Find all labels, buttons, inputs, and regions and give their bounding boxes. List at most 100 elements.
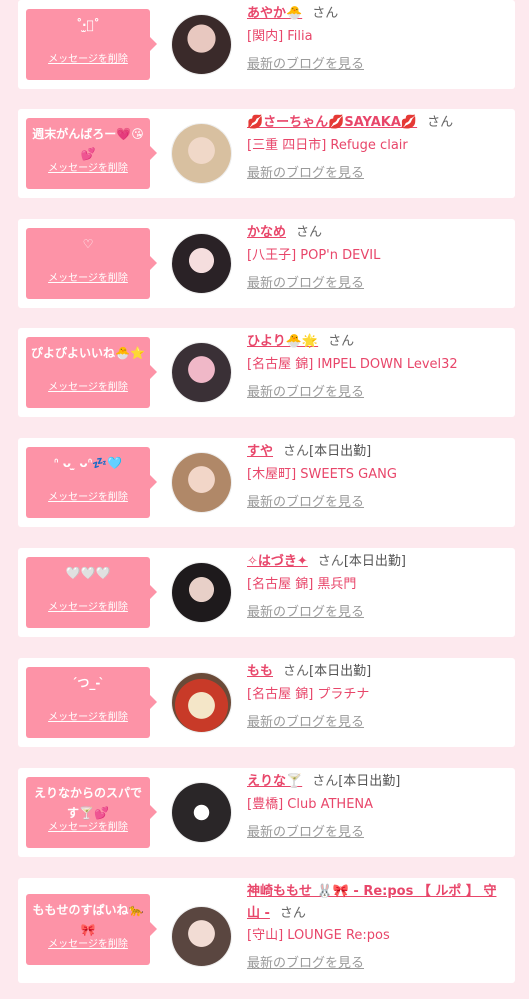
profile-info: かなめ さん [八王子] POP'n DEVIL 最新のブログを見る <box>247 221 509 291</box>
avatar-image <box>172 343 231 402</box>
avatar-image <box>172 783 231 842</box>
name-line: ✧はづき✦ さん[本日出勤] <box>247 550 509 574</box>
name-line: もも さん[本日出勤] <box>247 660 509 684</box>
avatar-image <box>172 563 231 622</box>
status-badge: [本日出勤] <box>309 444 372 459</box>
profile-name-link[interactable]: ✧はづき✦ <box>247 554 308 569</box>
profile-name-link[interactable]: えりな🍸 <box>247 774 302 789</box>
shop-label: [三重 四日市] Refuge clair <box>247 138 408 153</box>
honorific: さん <box>328 334 355 349</box>
shop-label: [守山] LOUNGE Re:pos <box>247 928 390 943</box>
latest-blog-link[interactable]: 最新のブログを見る <box>247 162 364 181</box>
profile-name-link[interactable]: もも <box>247 664 273 679</box>
shop-label: [豊橋] Club ATHENA <box>247 797 374 812</box>
message-text: ᐢ ᴗ ̫ ᴗᐢ💤🩵 <box>53 456 123 470</box>
profile-info: 神崎ももせ 🐰🎀 - Re:pos 【 ルポ 】 守山 - さん [守山] LOU… <box>247 881 509 971</box>
delete-message-link[interactable]: メッセージを削除 <box>26 50 150 65</box>
delete-message-link[interactable]: メッセージを削除 <box>26 488 150 503</box>
message-text: えりなからのスパです🍸💕 <box>33 786 142 820</box>
latest-blog-link[interactable]: 最新のブログを見る <box>247 601 364 620</box>
profile-info: もも さん[本日出勤] [名古屋 錦] プラチナ 最新のブログを見る <box>247 660 509 730</box>
message-card: ᐢ ᴗ ̫ ᴗᐢ💤🩵 メッセージを削除 すや さん[本日出勤] [木屋町] SWE… <box>18 438 515 527</box>
name-line: 神崎ももせ 🐰🎀 - Re:pos 【 ルポ 】 守山 - さん <box>247 881 509 925</box>
latest-blog-link[interactable]: 最新のブログを見る <box>247 381 364 400</box>
message-card: 🤍🤍🤍 メッセージを削除 ✧はづき✦ さん[本日出勤] [名古屋 錦] 黒兵門 最… <box>18 548 515 637</box>
message-card: ぴよぴよいいね🐣⭐ メッセージを削除 ひより🐣🌟 さん [名古屋 錦] IMPEL… <box>18 328 515 417</box>
status-badge: [本日出勤] <box>338 774 401 789</box>
message-bubble: ᐢ ᴗ ̫ ᴗᐢ💤🩵 メッセージを削除 <box>26 447 157 518</box>
honorific: さん <box>296 225 323 240</box>
honorific: さん <box>283 444 310 459</box>
shop-label: [名古屋 錦] プラチナ <box>247 687 370 702</box>
message-bubble: 🤍🤍🤍 メッセージを削除 <box>26 557 157 628</box>
status-badge: [本日出勤] <box>343 554 406 569</box>
delete-message-link[interactable]: メッセージを削除 <box>26 269 150 284</box>
latest-blog-link[interactable]: 最新のブログを見る <box>247 53 364 72</box>
delete-message-link[interactable]: メッセージを削除 <box>26 708 150 723</box>
avatar[interactable] <box>171 672 232 733</box>
latest-blog-link[interactable]: 最新のブログを見る <box>247 491 364 510</box>
shop-label: [八王子] POP'n DEVIL <box>247 248 381 263</box>
latest-blog-link[interactable]: 最新のブログを見る <box>247 821 364 840</box>
profile-name-link[interactable]: かなめ <box>247 225 286 240</box>
latest-blog-link[interactable]: 最新のブログを見る <box>247 952 364 971</box>
honorific: さん <box>283 664 310 679</box>
delete-message-link[interactable]: メッセージを削除 <box>26 598 150 613</box>
profile-name-link[interactable]: 💋さーちゃん💋SAYAKA💋 <box>247 115 417 130</box>
message-bubble: ぴよぴよいいね🐣⭐ メッセージを削除 <box>26 337 157 408</box>
avatar[interactable] <box>171 342 232 403</box>
profile-info: すや さん[本日出勤] [木屋町] SWEETS GANG 最新のブログを見る <box>247 440 509 510</box>
message-bubble: ´つ_- ̀ メッセージを削除 <box>26 667 157 738</box>
avatar[interactable] <box>171 562 232 623</box>
honorific: さん <box>312 774 339 789</box>
message-bubble: ももせのすぱいね🐆🎀 メッセージを削除 <box>26 894 157 965</box>
avatar[interactable] <box>171 233 232 294</box>
latest-blog-link[interactable]: 最新のブログを見る <box>247 272 364 291</box>
avatar[interactable] <box>171 14 232 75</box>
shop-label: [名古屋 錦] 黒兵門 <box>247 577 357 592</box>
message-card: えりなからのスパです🍸💕 メッセージを削除 えりな🍸 さん[本日出勤] [豊橋] … <box>18 768 515 857</box>
latest-blog-link[interactable]: 最新のブログを見る <box>247 711 364 730</box>
name-line: ひより🐣🌟 さん <box>247 330 509 354</box>
avatar-image <box>172 907 231 966</box>
message-card: 週末がんばろー💗😘💕 メッセージを削除 💋さーちゃん💋SAYAKA💋 さん [三重… <box>18 109 515 198</box>
message-card: ˚‧̫͛˚ メッセージを削除 あやか🐣 さん [関内] Filia 最新のブログを… <box>18 0 515 89</box>
message-text: ´つ_- ̀ <box>71 676 105 690</box>
honorific: さん <box>312 6 339 21</box>
message-bubble: 週末がんばろー💗😘💕 メッセージを削除 <box>26 118 157 189</box>
name-line: 💋さーちゃん💋SAYAKA💋 さん <box>247 111 509 135</box>
avatar-image <box>172 234 231 293</box>
honorific: さん <box>317 554 344 569</box>
message-bubble: えりなからのスパです🍸💕 メッセージを削除 <box>26 777 157 848</box>
message-text: ♡ <box>82 237 94 251</box>
profile-info: ひより🐣🌟 さん [名古屋 錦] IMPEL DOWN Level32 最新のブロ… <box>247 330 509 400</box>
avatar[interactable] <box>171 452 232 513</box>
avatar-image <box>172 673 231 732</box>
name-line: かなめ さん <box>247 221 509 245</box>
profile-name-link[interactable]: あやか🐣 <box>247 6 302 21</box>
delete-message-link[interactable]: メッセージを削除 <box>26 378 150 393</box>
delete-message-link[interactable]: メッセージを削除 <box>26 935 150 950</box>
shop-label: [木屋町] SWEETS GANG <box>247 467 397 482</box>
message-bubble: ˚‧̫͛˚ メッセージを削除 <box>26 9 157 80</box>
status-badge: [本日出勤] <box>309 664 372 679</box>
shop-label: [関内] Filia <box>247 29 313 44</box>
message-text: 週末がんばろー💗😘💕 <box>32 127 144 161</box>
profile-name-link[interactable]: すや <box>247 444 273 459</box>
honorific: さん <box>279 906 306 921</box>
profile-name-link[interactable]: ひより🐣🌟 <box>247 334 318 349</box>
name-line: あやか🐣 さん <box>247 2 509 26</box>
profile-info: あやか🐣 さん [関内] Filia 最新のブログを見る <box>247 2 509 72</box>
message-card: ♡ メッセージを削除 かなめ さん [八王子] POP'n DEVIL 最新のブロ… <box>18 219 515 308</box>
message-card: ´つ_- ̀ メッセージを削除 もも さん[本日出勤] [名古屋 錦] プラチナ … <box>18 658 515 747</box>
message-text: ぴよぴよいいね🐣⭐ <box>31 346 145 360</box>
message-bubble: ♡ メッセージを削除 <box>26 228 157 299</box>
avatar-image <box>172 124 231 183</box>
shop-label: [名古屋 錦] IMPEL DOWN Level32 <box>247 357 458 372</box>
avatar[interactable] <box>171 123 232 184</box>
delete-message-link[interactable]: メッセージを削除 <box>26 818 150 833</box>
avatar[interactable] <box>171 782 232 843</box>
avatar[interactable] <box>171 906 232 967</box>
profile-info: 💋さーちゃん💋SAYAKA💋 さん [三重 四日市] Refuge clair 最… <box>247 111 509 181</box>
delete-message-link[interactable]: メッセージを削除 <box>26 159 150 174</box>
